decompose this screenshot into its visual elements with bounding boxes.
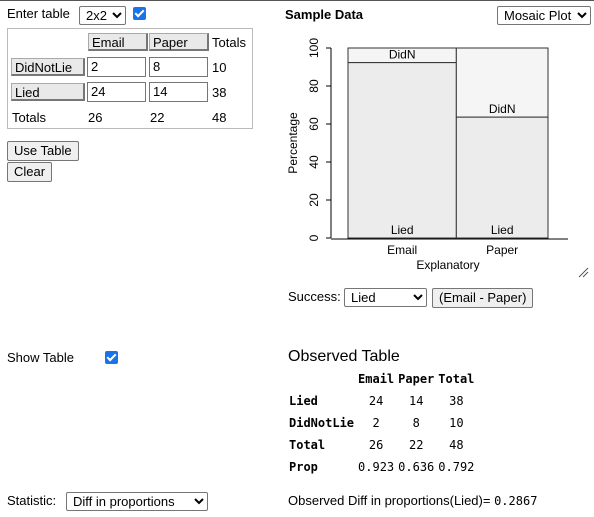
mosaic-cell-paper-lied <box>455 116 549 239</box>
y-tick-label-0: 0 <box>307 234 321 241</box>
observed-col-total: Total <box>438 372 475 386</box>
mosaic-label-paper-didn: DidN <box>489 102 516 116</box>
show-table-checkbox[interactable] <box>104 351 118 364</box>
observed-table-title: Observed Table <box>288 348 400 365</box>
cell-didnotlie-paper[interactable]: 8 <box>149 57 208 77</box>
observed-statistic: Observed Diff in proportions(Lied)= 0.28… <box>288 493 537 508</box>
diff-direction-button[interactable]: (Email - Paper) <box>432 288 534 308</box>
resize-handle-icon[interactable] <box>578 267 589 278</box>
observed-statistic-value: 0.2867 <box>494 494 538 508</box>
cell-didnotlie-email[interactable]: 2 <box>87 57 146 77</box>
observed-statistic-label: Observed Diff in proportions(Lied)= <box>288 493 491 508</box>
row-total-lied: 38 <box>212 85 227 100</box>
y-tick-label-100: 100 <box>307 38 321 58</box>
statistic-select[interactable]: Diff in proportions <box>66 492 208 511</box>
entry-table: Email Paper Totals DidNotLie 2 8 10 Lied… <box>7 28 253 129</box>
plot-title: Sample Data <box>285 7 364 22</box>
success-select[interactable]: Lied <box>344 288 427 307</box>
observed-table: Email Paper Total Lied 24 14 38 DidNotLi… <box>287 368 476 478</box>
col-header-email: Email <box>88 33 148 51</box>
row-total-didnotlie: 10 <box>212 60 227 75</box>
observed-col-email: Email <box>358 372 395 386</box>
top-border <box>0 0 594 1</box>
totals-header: Totals <box>212 35 246 50</box>
y-tick-label-80: 80 <box>307 79 321 93</box>
col-total-paper: 22 <box>150 110 165 125</box>
mosaic-cell-email-lied <box>347 62 457 239</box>
mosaic-label-paper-lied: Lied <box>491 223 514 237</box>
mosaic-label-email-lied: Lied <box>391 223 414 237</box>
cell-lied-paper[interactable]: 14 <box>149 82 208 102</box>
x-tick-label-paper: Paper <box>486 243 518 257</box>
entry-checkbox[interactable] <box>133 7 146 20</box>
mosaic-plot: 0 20 40 60 80 100 Percentage Lied DidN Email Lied D… <box>286 38 589 278</box>
enter-table-label: Enter table <box>7 6 70 21</box>
table-size-select[interactable]: 2x2 <box>79 6 126 25</box>
table-row: Lied 24 14 38 <box>289 394 464 408</box>
show-table-label: Show Table <box>7 350 74 365</box>
success-label: Success: <box>288 289 341 304</box>
y-tick-label-40: 40 <box>307 155 321 169</box>
row-header-lied: Lied <box>11 83 85 101</box>
observed-col-paper: Paper <box>398 372 435 386</box>
y-tick-label-60: 60 <box>307 117 321 131</box>
mosaic-label-email-didn: DidN <box>389 48 416 62</box>
totals-row-label: Totals <box>12 110 46 125</box>
x-tick-label-email: Email <box>387 243 417 257</box>
row-header-didnotlie: DidNotLie <box>11 58 85 76</box>
use-table-button[interactable]: Use Table <box>7 141 79 161</box>
table-row: DidNotLie 2 8 10 <box>289 416 464 430</box>
grand-total: 48 <box>212 110 227 125</box>
statistic-label: Statistic: <box>7 493 57 508</box>
col-total-email: 26 <box>88 110 103 125</box>
plot-type-select[interactable]: Mosaic Plot <box>497 6 591 25</box>
y-axis-label: Percentage <box>286 112 300 174</box>
cell-lied-email[interactable]: 24 <box>87 82 146 102</box>
col-header-paper: Paper <box>149 33 209 51</box>
clear-button[interactable]: Clear <box>7 162 53 182</box>
table-row: Total 26 22 48 <box>289 438 464 452</box>
table-row: Prop 0.923 0.636 0.792 <box>289 460 475 474</box>
x-axis-label: Explanatory <box>416 258 479 272</box>
y-tick-label-20: 20 <box>307 193 321 207</box>
